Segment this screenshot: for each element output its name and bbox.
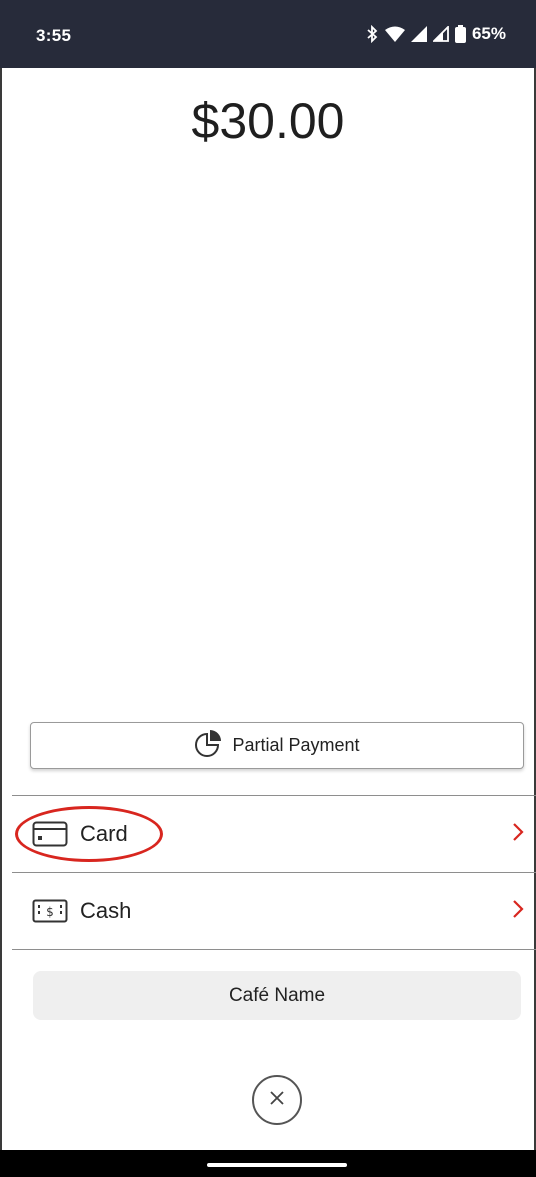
battery-percent: 65%	[471, 24, 506, 43]
payment-method-card[interactable]: Card	[12, 796, 536, 872]
cash-icon: $	[32, 898, 68, 924]
signal-icon	[432, 26, 449, 42]
credit-card-icon	[32, 821, 68, 847]
payment-method-label: Card	[80, 821, 128, 846]
partial-payment-button[interactable]: Partial Payment	[30, 722, 524, 769]
cafe-name-button[interactable]: Café Name	[33, 971, 521, 1020]
close-button[interactable]	[252, 1075, 302, 1125]
partial-payment-label: Partial Payment	[232, 735, 360, 755]
close-icon	[270, 1090, 284, 1110]
wifi-icon	[384, 26, 405, 42]
status-time: 3:55	[36, 26, 72, 45]
svg-text:$: $	[46, 905, 54, 919]
status-bar: 3:55 65%	[0, 0, 536, 68]
signal-icon	[410, 26, 427, 42]
pie-chart-icon	[194, 728, 224, 763]
chevron-right-icon	[512, 899, 524, 924]
chevron-right-icon	[512, 822, 524, 847]
payment-method-cash[interactable]: $ Cash	[12, 873, 536, 949]
payment-method-label: Cash	[80, 898, 132, 923]
divider	[12, 949, 536, 950]
battery-icon	[454, 25, 466, 43]
payment-amount: $30.00	[191, 93, 345, 149]
home-indicator[interactable]	[207, 1163, 347, 1167]
bluetooth-icon	[365, 25, 379, 43]
status-icons: 65%	[365, 24, 506, 44]
